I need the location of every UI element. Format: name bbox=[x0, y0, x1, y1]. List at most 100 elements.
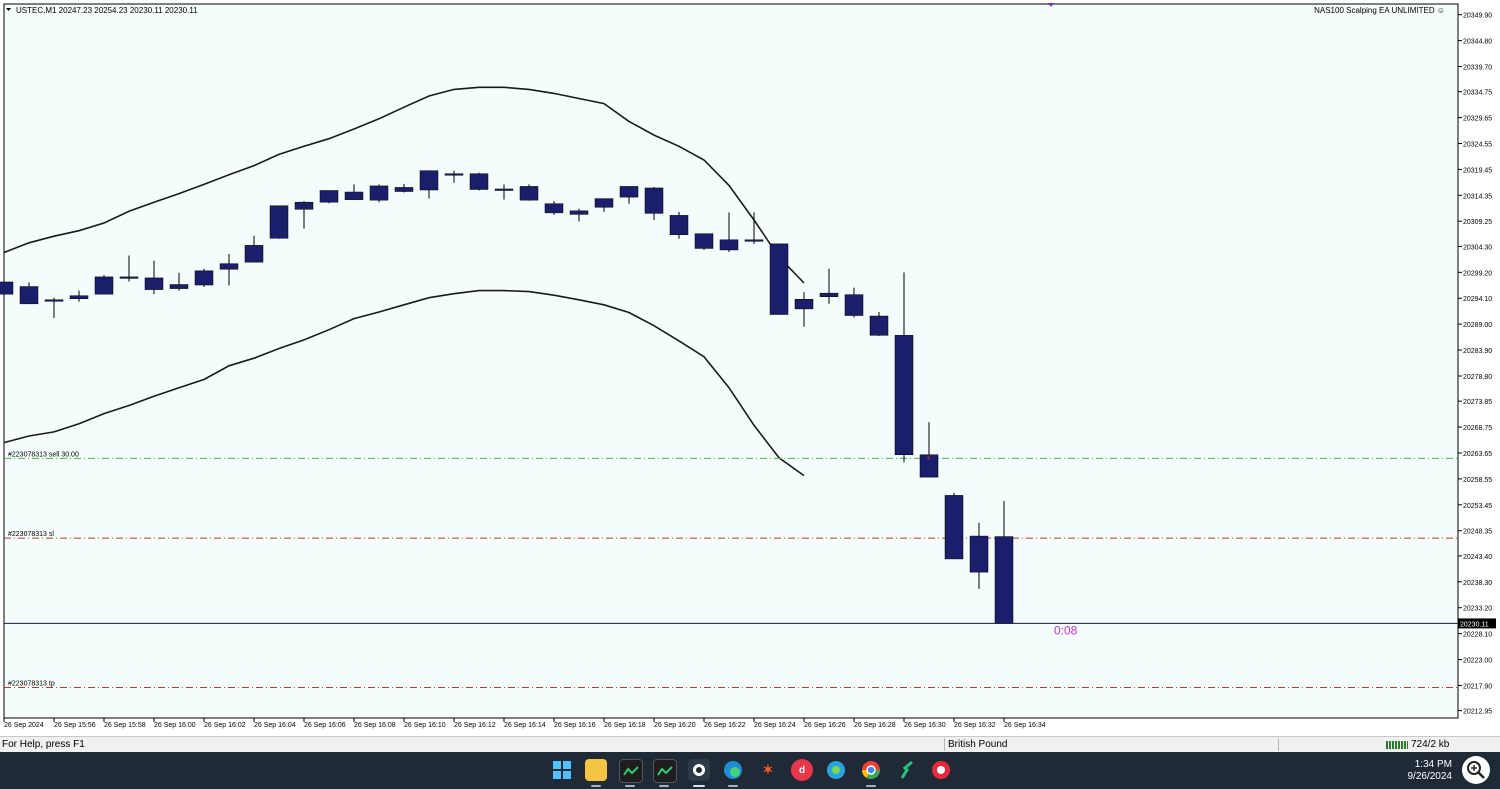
magnifier-icon[interactable] bbox=[1462, 756, 1490, 784]
candle[interactable] bbox=[369, 184, 389, 203]
x-tick-label: 26 Sep 16:22 bbox=[704, 722, 746, 729]
y-tick-label: 20304.30 bbox=[1463, 244, 1492, 251]
app-icon-6[interactable] bbox=[930, 759, 952, 781]
y-tick-label: 20273.85 bbox=[1463, 399, 1492, 406]
candle-body bbox=[69, 295, 89, 299]
candle-body bbox=[319, 190, 339, 203]
app-icon-4[interactable] bbox=[825, 759, 847, 781]
current-price-label: 20230.11 bbox=[1460, 621, 1489, 628]
x-tick-label: 26 Sep 16:20 bbox=[654, 722, 696, 729]
app-icon[interactable] bbox=[688, 759, 710, 781]
x-tick-label: 26 Sep 16:14 bbox=[504, 722, 546, 729]
edge-icon[interactable] bbox=[722, 759, 744, 781]
candle-body bbox=[694, 233, 714, 249]
trade-level-label: #223078313 sell 30.00 bbox=[8, 451, 79, 458]
candle-body bbox=[894, 335, 914, 456]
file-explorer-icon[interactable] bbox=[585, 759, 607, 781]
traffic-text: 724/2 kb bbox=[1411, 739, 1450, 750]
y-tick-label: 20334.75 bbox=[1463, 90, 1492, 97]
candle-body bbox=[819, 292, 839, 297]
candle-body bbox=[794, 299, 814, 310]
price-chart[interactable]: USTEC,M1 20247.23 20254.23 20230.11 2023… bbox=[0, 0, 1500, 736]
x-tick-label: 26 Sep 16:00 bbox=[154, 722, 196, 729]
y-tick-label: 20243.40 bbox=[1463, 554, 1492, 561]
candle-body bbox=[269, 205, 289, 239]
y-tick-label: 20329.65 bbox=[1463, 116, 1492, 123]
candle[interactable] bbox=[944, 492, 964, 560]
x-tick-label: 26 Sep 16:16 bbox=[554, 722, 596, 729]
help-text: For Help, press F1 bbox=[2, 739, 85, 750]
candle[interactable] bbox=[519, 184, 539, 201]
candle-body bbox=[844, 294, 864, 316]
x-tick-label: 26 Sep 16:24 bbox=[754, 722, 796, 729]
candle-body bbox=[44, 299, 64, 302]
candle[interactable] bbox=[94, 274, 114, 295]
candle-body bbox=[219, 263, 239, 270]
candle[interactable] bbox=[194, 268, 214, 288]
candle[interactable] bbox=[669, 211, 689, 239]
metatrader-icon-2[interactable] bbox=[653, 759, 677, 783]
app-icon-5[interactable] bbox=[896, 759, 918, 781]
candle[interactable] bbox=[469, 172, 489, 191]
y-tick-label: 20309.25 bbox=[1463, 219, 1492, 226]
x-tick-label: 26 Sep 16:28 bbox=[854, 722, 896, 729]
candle-body bbox=[19, 286, 39, 305]
clock-time: 1:34 PM bbox=[1414, 759, 1452, 770]
candle-body bbox=[94, 276, 114, 295]
candle-body bbox=[644, 187, 664, 214]
active-app-indicator bbox=[659, 785, 669, 787]
candle-body bbox=[344, 191, 364, 200]
x-tick-label: 26 Sep 16:10 bbox=[404, 722, 446, 729]
y-tick-label: 20248.35 bbox=[1463, 529, 1492, 536]
x-tick-label: 26 Sep 16:34 bbox=[1004, 722, 1046, 729]
candle-body bbox=[769, 243, 789, 315]
candle-body bbox=[719, 239, 739, 251]
active-app-indicator bbox=[866, 785, 876, 787]
metatrader-icon[interactable] bbox=[619, 759, 643, 783]
candle-body bbox=[444, 173, 464, 176]
chrome-icon[interactable] bbox=[860, 759, 882, 781]
chart-plot-area[interactable] bbox=[3, 3, 1459, 719]
x-tick-label: 26 Sep 16:04 bbox=[254, 722, 296, 729]
y-tick-label: 20238.30 bbox=[1463, 580, 1492, 587]
y-tick-label: 20263.65 bbox=[1463, 451, 1492, 458]
y-tick-label: 20268.75 bbox=[1463, 425, 1492, 432]
candle-body bbox=[244, 245, 264, 263]
windows-taskbar: ✶ d 1:34 PM 9/26/2024 bbox=[0, 752, 1500, 789]
candle-body bbox=[494, 188, 514, 191]
candle-body bbox=[869, 315, 889, 336]
active-app-indicator bbox=[728, 785, 738, 787]
profile-name[interactable]: British Pound bbox=[948, 738, 1007, 752]
bar-countdown: 0:08 bbox=[1054, 623, 1078, 637]
candle-body bbox=[619, 186, 639, 198]
x-tick-label: 26 Sep 16:02 bbox=[204, 722, 246, 729]
candle-body bbox=[0, 281, 14, 295]
x-tick-label: 26 Sep 16:32 bbox=[954, 722, 996, 729]
candle-body bbox=[169, 284, 189, 289]
system-clock[interactable]: 1:34 PM 9/26/2024 bbox=[1382, 759, 1453, 783]
app-icon-2[interactable]: ✶ bbox=[757, 759, 779, 781]
candle-body bbox=[594, 198, 614, 208]
clock-date: 9/26/2024 bbox=[1407, 771, 1453, 782]
app-icon-3[interactable]: d bbox=[791, 759, 813, 781]
candle-body bbox=[969, 535, 989, 573]
active-app-indicator bbox=[625, 785, 635, 787]
candle[interactable] bbox=[769, 243, 789, 315]
y-tick-label: 20344.80 bbox=[1463, 39, 1492, 46]
candle[interactable] bbox=[269, 205, 289, 239]
ea-label: NAS100 Scalping EA UNLIMITED ☺ bbox=[1314, 6, 1445, 15]
trade-level-label: #223078313 sl bbox=[8, 531, 54, 538]
y-tick-label: 20217.90 bbox=[1463, 683, 1492, 690]
y-tick-label: 20314.35 bbox=[1463, 193, 1492, 200]
candle-body bbox=[669, 215, 689, 235]
candle[interactable] bbox=[694, 233, 714, 250]
x-tick-label: 26 Sep 15:58 bbox=[104, 722, 146, 729]
candle-body bbox=[419, 170, 439, 191]
windows-start-icon[interactable] bbox=[551, 759, 573, 781]
y-tick-label: 20299.20 bbox=[1463, 270, 1492, 277]
candle[interactable] bbox=[319, 190, 339, 204]
x-tick-label: 26 Sep 16:12 bbox=[454, 722, 496, 729]
y-tick-label: 20233.20 bbox=[1463, 606, 1492, 613]
candle-body bbox=[994, 536, 1014, 624]
candle-body bbox=[569, 210, 589, 215]
